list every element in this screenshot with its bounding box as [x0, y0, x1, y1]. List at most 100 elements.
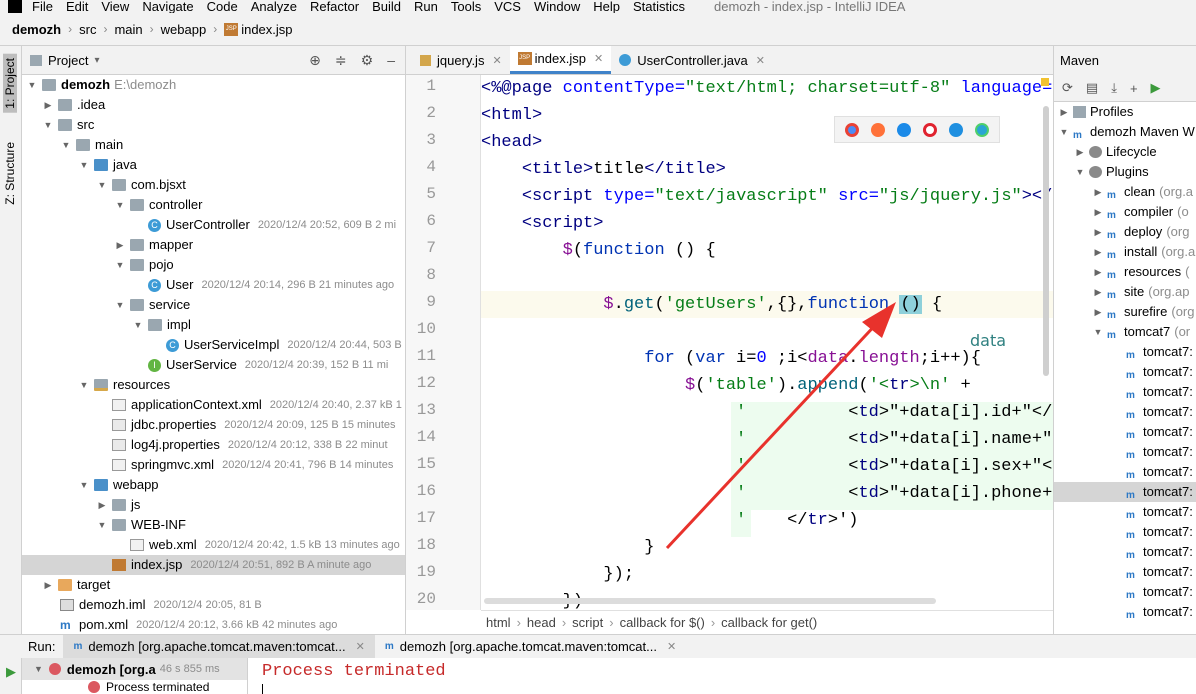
structure-crumb[interactable]: callback for get() [721, 615, 817, 630]
run-tab[interactable]: m demozh [org.apache.tomcat.maven:tomcat… [63, 634, 375, 659]
tree-item-jdbc-properties[interactable]: jdbc.properties 2020/12/4 20:09, 125 B 1… [22, 415, 405, 435]
tree-item-springmvc[interactable]: springmvc.xml 2020/12/4 20:41, 796 B 14 … [22, 455, 405, 475]
chevron-down-icon[interactable]: ▼ [114, 295, 126, 315]
tree-item-js[interactable]: ▶ js [22, 495, 405, 515]
tree-item-usercontroller[interactable]: C UserController 2020/12/4 20:52, 609 B … [22, 215, 405, 235]
menu-statistics[interactable]: Statistics [633, 0, 685, 13]
crumb-project[interactable]: demozh [12, 22, 61, 37]
maven-goal[interactable]: m tomcat7: [1054, 342, 1196, 362]
chevron-down-icon[interactable]: ▼ [114, 195, 126, 215]
project-title[interactable]: Project [48, 53, 88, 68]
tree-item-idea[interactable]: ▶ .idea [22, 95, 405, 115]
firefox-icon[interactable] [871, 122, 885, 137]
vertical-scrollbar[interactable] [1043, 106, 1049, 376]
menu-navigate[interactable]: Navigate [142, 0, 193, 13]
tree-item-demozh-iml[interactable]: demozh.iml 2020/12/4 20:05, 81 B [22, 595, 405, 615]
tree-item-controller[interactable]: ▼ controller [22, 195, 405, 215]
tree-item-com-bjsxt[interactable]: ▼ com.bjsxt [22, 175, 405, 195]
maven-plugin[interactable]: ▶ m resources( [1054, 262, 1196, 282]
crumb-file[interactable]: JSP index.jsp [224, 22, 293, 37]
tree-item-web-inf[interactable]: ▼ WEB-INF [22, 515, 405, 535]
folder-icon[interactable]: ▤ [1086, 80, 1098, 96]
maven-goal[interactable]: m tomcat7: [1054, 362, 1196, 382]
structure-crumb[interactable]: script [572, 615, 603, 630]
menu-vcs[interactable]: VCS [494, 0, 521, 13]
tree-item-userserviceimpl[interactable]: C UserServiceImpl 2020/12/4 20:44, 503 B [22, 335, 405, 355]
opera-icon[interactable] [923, 122, 937, 137]
maven-plugin[interactable]: ▶ m clean (org.a [1054, 182, 1196, 202]
menu-view[interactable]: View [101, 0, 129, 13]
download-icon[interactable]: ⤓ [1111, 80, 1117, 96]
chevron-right-icon[interactable]: ▶ [1092, 242, 1104, 262]
tree-item-userservice[interactable]: I UserService 2020/12/4 20:39, 152 B 11 … [22, 355, 405, 375]
maven-goal[interactable]: m tomcat7: [1054, 422, 1196, 442]
chevron-right-icon[interactable]: ▶ [1092, 262, 1104, 282]
maven-item-project[interactable]: ▼ m demozh Maven W [1054, 122, 1196, 142]
chevron-right-icon[interactable]: ▶ [1092, 222, 1104, 242]
tree-item-java[interactable]: ▼ java [22, 155, 405, 175]
reload-icon[interactable]: ⟳ [1062, 80, 1073, 96]
chevron-right-icon[interactable]: ▶ [96, 495, 108, 515]
tree-item-mapper[interactable]: ▶ mapper [22, 235, 405, 255]
menu-run[interactable]: Run [414, 0, 438, 13]
ie-icon[interactable] [949, 122, 963, 137]
tab-structure-tool[interactable]: Z: Structure [3, 142, 17, 205]
maven-goal[interactable]: m tomcat7: [1054, 522, 1196, 542]
chevron-down-icon[interactable]: ▼ [34, 664, 43, 674]
run-tab[interactable]: m demozh [org.apache.tomcat.maven:tomcat… [375, 635, 686, 659]
tree-item-user[interactable]: C User 2020/12/4 20:14, 296 B 21 minutes… [22, 275, 405, 295]
hide-icon[interactable]: – [387, 52, 395, 69]
tree-item-applicationcontext[interactable]: applicationContext.xml 2020/12/4 20:40, … [22, 395, 405, 415]
chevron-down-icon[interactable]: ▼ [42, 115, 54, 135]
maven-plugin[interactable]: ▶ m deploy (org [1054, 222, 1196, 242]
chevron-down-icon[interactable]: ▼ [60, 135, 72, 155]
close-icon[interactable]: ✕ [492, 54, 501, 67]
tree-item-main[interactable]: ▼ main [22, 135, 405, 155]
menu-code[interactable]: Code [207, 0, 238, 13]
add-icon[interactable]: + [1130, 81, 1138, 96]
chevron-right-icon[interactable]: ▶ [1092, 302, 1104, 322]
run-console[interactable]: Process terminated [248, 658, 1196, 694]
tree-item-impl[interactable]: ▼ impl [22, 315, 405, 335]
maven-goal[interactable]: m tomcat7: [1054, 582, 1196, 602]
maven-plugin[interactable]: ▶ m site (org.ap [1054, 282, 1196, 302]
menu-help[interactable]: Help [593, 0, 620, 13]
crumb-main[interactable]: main [114, 22, 142, 37]
tab-project-tool[interactable]: 1: Project [3, 54, 17, 113]
tree-item-service[interactable]: ▼ service [22, 295, 405, 315]
chevron-right-icon[interactable]: ▶ [1092, 182, 1104, 202]
maven-goal[interactable]: m tomcat7: [1054, 442, 1196, 462]
menu-build[interactable]: Build [372, 0, 401, 13]
menu-edit[interactable]: Edit [66, 0, 88, 13]
tree-item-webapp[interactable]: ▼ webapp [22, 475, 405, 495]
chevron-down-icon[interactable]: ▼ [78, 375, 90, 395]
menu-analyze[interactable]: Analyze [251, 0, 297, 13]
chevron-down-icon[interactable]: ▾ [94, 55, 99, 66]
chevron-down-icon[interactable]: ▼ [1058, 122, 1070, 142]
maven-goal[interactable]: m tomcat7: [1054, 462, 1196, 482]
chevron-down-icon[interactable]: ▼ [26, 75, 38, 95]
chevron-right-icon[interactable]: ▶ [1092, 282, 1104, 302]
tree-item-resources[interactable]: ▼ resources [22, 375, 405, 395]
close-icon[interactable]: ✕ [756, 54, 765, 67]
tab-jquery-js[interactable]: jquery.js ✕ [412, 46, 510, 74]
locate-icon[interactable]: ⊕ [309, 52, 321, 69]
chevron-right-icon[interactable]: ▶ [42, 575, 54, 595]
maven-goal[interactable]: m tomcat7: [1054, 542, 1196, 562]
warning-marker-icon[interactable] [1041, 78, 1049, 86]
run-tree-child[interactable]: Process terminated [22, 680, 247, 694]
close-icon[interactable]: ✕ [594, 52, 603, 65]
maven-goal[interactable]: m tomcat7: [1054, 402, 1196, 422]
chevron-down-icon[interactable]: ▼ [1074, 162, 1086, 182]
menu-tools[interactable]: Tools [451, 0, 481, 13]
menu-refactor[interactable]: Refactor [310, 0, 359, 13]
close-icon[interactable]: ✕ [667, 640, 676, 653]
maven-item-profiles[interactable]: ▶ Profiles [1054, 102, 1196, 122]
structure-crumb[interactable]: head [527, 615, 556, 630]
chevron-down-icon[interactable]: ▼ [114, 255, 126, 275]
tree-item-src[interactable]: ▼ src [22, 115, 405, 135]
code-area[interactable]: <%@page contentType="text/html; charset=… [481, 75, 1053, 611]
chevron-right-icon[interactable]: ▶ [1092, 202, 1104, 222]
menu-window[interactable]: Window [534, 0, 580, 13]
tree-item-web-xml[interactable]: web.xml 2020/12/4 20:42, 1.5 kB 13 minut… [22, 535, 405, 555]
